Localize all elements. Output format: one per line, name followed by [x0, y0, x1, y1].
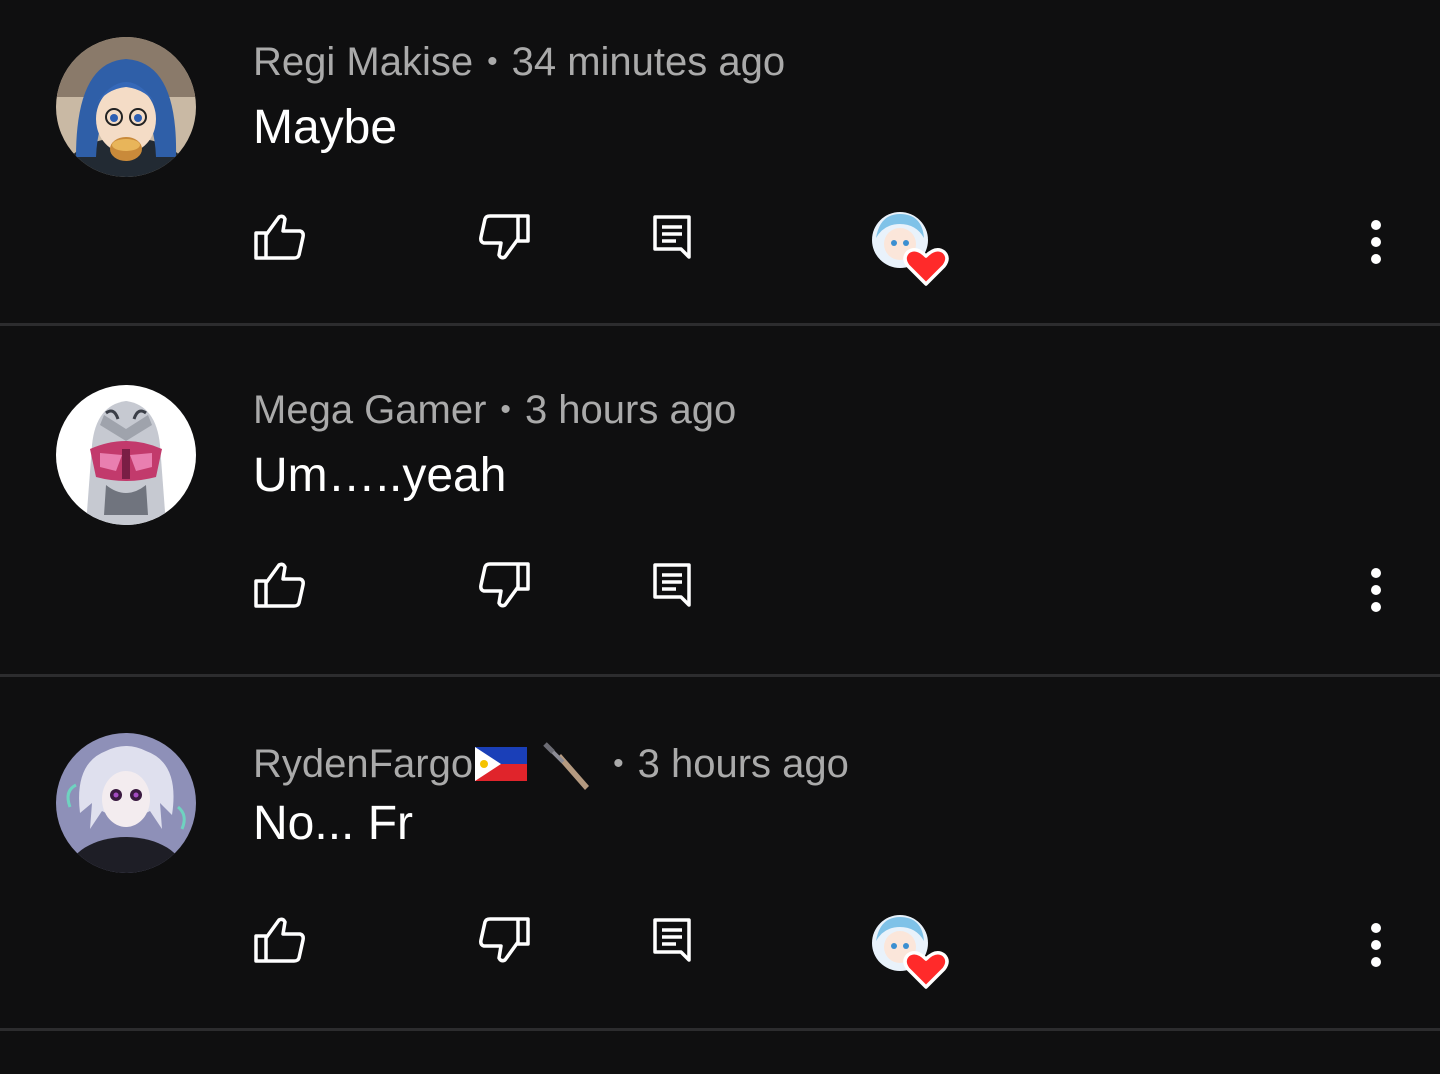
meta-separator: • [487, 45, 498, 78]
more-vertical-icon [1371, 923, 1381, 967]
creator-heart-icon [872, 212, 949, 286]
comment-item: Regi Makise • 34 minutes ago Maybe [0, 0, 1440, 326]
avatar[interactable] [56, 385, 196, 525]
more-vertical-icon [1371, 220, 1381, 264]
avatar[interactable] [56, 37, 196, 177]
author-name[interactable]: Mega Gamer [253, 386, 486, 434]
thumbs-up-icon [254, 214, 305, 260]
thumbs-up-icon [254, 562, 305, 608]
more-options-button[interactable] [1352, 558, 1400, 622]
thumbs-down-icon [479, 917, 530, 963]
author-name[interactable]: RydenFargo [253, 740, 473, 788]
avatar[interactable] [56, 733, 196, 873]
philippines-flag-icon [475, 747, 528, 781]
comment-meta: RydenFargo • 3 hours ago [253, 734, 849, 794]
comment-meta: Regi Makise • 34 minutes ago [253, 38, 785, 86]
creator-heart-icon [872, 915, 949, 989]
dagger-icon [543, 742, 590, 790]
comment-time: 34 minutes ago [511, 40, 786, 84]
thumbs-down-icon [479, 214, 530, 260]
dislike-button[interactable] [472, 205, 536, 269]
meta-separator: • [613, 747, 624, 780]
reply-comment-icon [653, 563, 691, 607]
more-options-button[interactable] [1352, 210, 1400, 274]
reply-comment-icon [653, 215, 691, 259]
more-options-button[interactable] [1352, 913, 1400, 977]
meta-separator: • [500, 393, 511, 426]
comment-item: Mega Gamer • 3 hours ago Um…..yeah [0, 348, 1440, 677]
dislike-button[interactable] [472, 553, 536, 617]
anime-girl-glasses-avatar [56, 37, 196, 177]
comment-meta: Mega Gamer • 3 hours ago [253, 386, 736, 434]
dislike-button[interactable] [472, 908, 536, 972]
like-button[interactable] [248, 553, 312, 617]
reply-button[interactable] [640, 908, 704, 972]
comment-item: RydenFargo • 3 hours ago No... Fr [0, 696, 1440, 1031]
like-button[interactable] [248, 908, 312, 972]
comment-text: Um…..yeah [253, 449, 507, 502]
author-name[interactable]: Regi Makise [253, 38, 473, 86]
comment-time: 3 hours ago [637, 742, 849, 786]
reply-comment-icon [653, 918, 691, 962]
thumbs-down-icon [479, 562, 530, 608]
rider-helmet-avatar [56, 385, 196, 525]
creator-heart-badge[interactable] [870, 913, 950, 989]
reply-button[interactable] [640, 553, 704, 617]
comments-feed: Regi Makise • 34 minutes ago Maybe Mega … [0, 0, 1440, 1074]
thumbs-up-icon [254, 917, 305, 963]
reply-button[interactable] [640, 205, 704, 269]
comment-text: No... Fr [253, 797, 414, 850]
like-button[interactable] [248, 205, 312, 269]
white-haired-character-avatar [56, 733, 196, 873]
comment-text: Maybe [253, 101, 398, 154]
creator-heart-badge[interactable] [870, 210, 950, 286]
more-vertical-icon [1371, 568, 1381, 612]
comment-time: 3 hours ago [524, 388, 737, 432]
